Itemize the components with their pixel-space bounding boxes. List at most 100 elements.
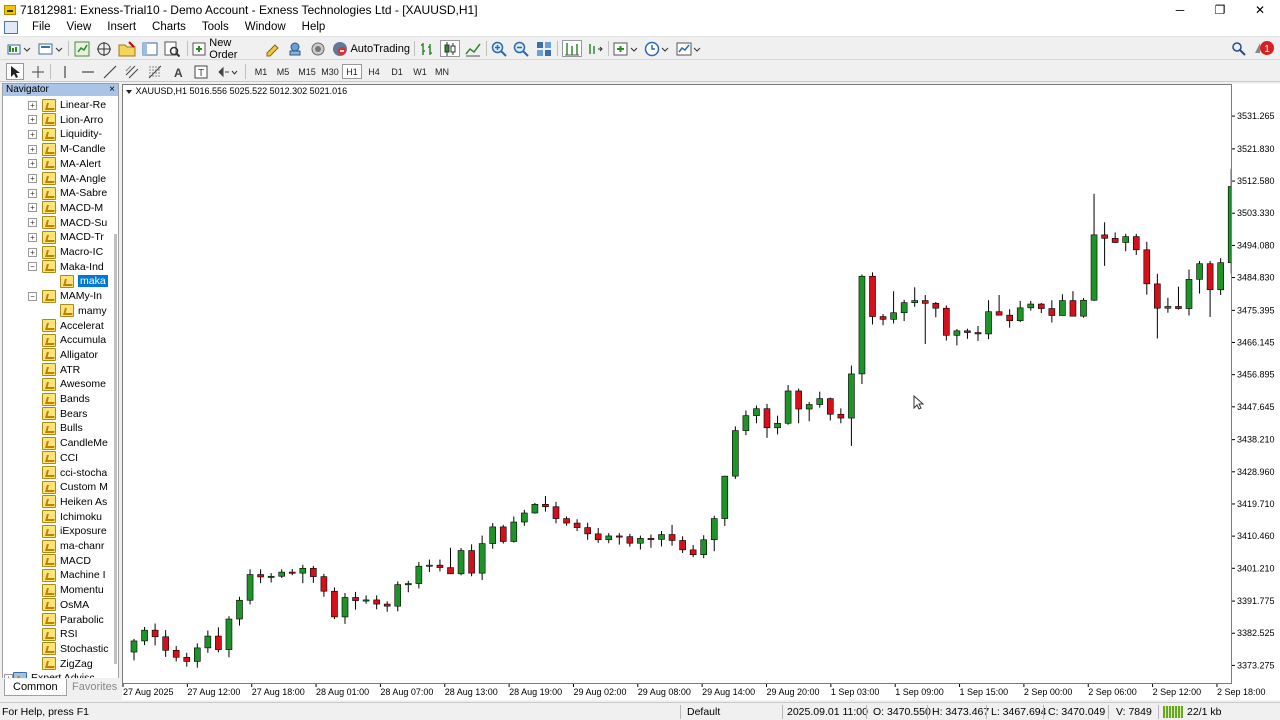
notifications-icon[interactable]: 1	[1253, 40, 1275, 57]
vertical-line-icon[interactable]	[56, 63, 74, 80]
navigator-item[interactable]: MACD	[42, 554, 91, 568]
navigator-item[interactable]: OsMA	[42, 598, 89, 612]
navigator-item[interactable]: Stochastic	[42, 642, 108, 656]
navigator-item[interactable]: Parabolic	[42, 613, 104, 627]
timeframe-d1[interactable]: D1	[387, 64, 407, 79]
menu-tools[interactable]: Tools	[194, 21, 237, 33]
navigator-item[interactable]: MACD-Su	[42, 216, 107, 230]
status-profile[interactable]: Default	[687, 706, 720, 718]
expand-icon[interactable]: +	[28, 159, 37, 169]
chart-info-toggle-icon[interactable]	[125, 88, 133, 96]
navigator-item[interactable]: Accelerat	[42, 319, 104, 333]
crosshair-icon[interactable]	[29, 63, 47, 80]
navigator-item[interactable]: M-Candle	[42, 142, 106, 156]
navigator-item[interactable]: Ichimoku	[42, 510, 102, 524]
navigator-item[interactable]: Bands	[42, 392, 90, 406]
timeframe-m1[interactable]: M1	[251, 64, 271, 79]
navigator-item[interactable]: Accumula	[42, 333, 106, 347]
navigator-item[interactable]: MAMy-In	[42, 289, 102, 303]
collapse-icon[interactable]: −	[28, 262, 37, 272]
restore-button[interactable]: ❐	[1200, 0, 1240, 20]
navigator-item[interactable]: Bears	[42, 407, 87, 421]
navigator-item[interactable]: cci-stocha	[42, 466, 107, 480]
timeframe-m15[interactable]: M15	[296, 64, 318, 79]
menu-view[interactable]: View	[59, 21, 100, 33]
navigator-item[interactable]: MACD-Tr	[42, 230, 104, 244]
navigator-scrollbar[interactable]	[114, 234, 117, 664]
tab-common[interactable]: Common	[4, 679, 67, 696]
timeframe-h4[interactable]: H4	[364, 64, 384, 79]
experts-icon[interactable]	[286, 40, 304, 57]
navigator-item[interactable]: RSI	[42, 627, 78, 641]
market-watch-icon[interactable]	[73, 40, 91, 57]
navigator-item[interactable]: Liquidity-	[42, 127, 102, 141]
candlestick-chart-icon[interactable]	[440, 40, 460, 57]
chart-window-icon[interactable]	[4, 20, 18, 34]
navigator-item[interactable]: Awesome	[42, 377, 106, 391]
close-window-button[interactable]: ✕	[1240, 0, 1280, 20]
bar-chart-icon[interactable]	[418, 40, 436, 57]
equidistant-channel-icon[interactable]	[123, 63, 141, 80]
timeframe-h1[interactable]: H1	[342, 64, 362, 79]
navigator-item[interactable]: Custom M	[42, 480, 108, 494]
navigator-item[interactable]: mamy	[60, 304, 107, 318]
horizontal-line-icon[interactable]	[79, 63, 97, 80]
navigator-item[interactable]: Linear-Re	[42, 98, 106, 112]
expand-icon[interactable]: +	[28, 129, 37, 139]
menu-window[interactable]: Window	[237, 21, 294, 33]
minimize-button[interactable]: ─	[1160, 0, 1200, 20]
tab-favorites[interactable]: Favorites	[64, 679, 125, 696]
text-label-icon[interactable]: T	[192, 63, 210, 80]
navigator-item[interactable]: MA-Sabre	[42, 186, 107, 200]
navigator-item[interactable]: iExposure	[42, 524, 107, 538]
collapse-icon[interactable]: −	[28, 291, 37, 301]
navigator-item[interactable]: maka	[60, 274, 108, 288]
new-chart-icon[interactable]	[6, 40, 32, 57]
navigator-item[interactable]: MACD-M	[42, 201, 103, 215]
price-chart[interactable]: XAUUSD,H1 5016.556 5025.522 5012.302 502…	[122, 84, 1232, 684]
fibonacci-icon[interactable]	[146, 63, 164, 80]
navigator-item[interactable]: Heiken As	[42, 495, 107, 509]
periods-icon[interactable]	[643, 40, 671, 57]
navigator-item[interactable]: CandleMe	[42, 436, 108, 450]
navigator-item[interactable]: Maka-Ind	[42, 260, 104, 274]
navigator-item[interactable]: MA-Angle	[42, 172, 106, 186]
zoom-out-icon[interactable]	[512, 40, 530, 57]
search-icon[interactable]	[1230, 40, 1248, 57]
navigator-item[interactable]: Macro-IC	[42, 245, 103, 259]
timeframe-mn[interactable]: MN	[432, 64, 452, 79]
navigator-item[interactable]: Lion-Arro	[42, 113, 103, 127]
candlestick-chart[interactable]	[123, 85, 1231, 683]
tile-windows-icon[interactable]	[535, 40, 553, 57]
navigator-item[interactable]: MA-Alert	[42, 157, 101, 171]
cursor-icon[interactable]	[6, 63, 24, 80]
expand-icon[interactable]: +	[28, 232, 37, 242]
profiles-icon[interactable]	[36, 40, 64, 57]
line-chart-icon[interactable]	[464, 40, 482, 57]
terminal-icon[interactable]	[141, 40, 159, 57]
timeframe-m5[interactable]: M5	[273, 64, 293, 79]
expand-icon[interactable]: +	[28, 203, 37, 213]
navigator-item[interactable]: Momentu	[42, 583, 104, 597]
data-window-icon[interactable]	[95, 40, 113, 57]
expand-icon[interactable]: +	[28, 144, 37, 154]
signals-icon[interactable]	[308, 40, 328, 57]
auto-scroll-icon[interactable]	[562, 40, 582, 57]
timeframe-m30[interactable]: M30	[319, 64, 341, 79]
expand-icon[interactable]: +	[28, 100, 37, 110]
menu-charts[interactable]: Charts	[144, 21, 194, 33]
new-order-button[interactable]: New Order	[192, 37, 260, 61]
menu-insert[interactable]: Insert	[99, 21, 144, 33]
metaeditor-icon[interactable]	[264, 40, 282, 57]
text-icon[interactable]: A	[170, 63, 186, 80]
chart-shift-icon[interactable]	[586, 40, 604, 57]
timeframe-w1[interactable]: W1	[410, 64, 430, 79]
autotrading-button[interactable]: AutoTrading	[332, 40, 410, 57]
zoom-in-icon[interactable]	[490, 40, 508, 57]
navigator-item[interactable]: CCI	[42, 451, 78, 465]
menu-file[interactable]: File	[24, 21, 59, 33]
menu-help[interactable]: Help	[294, 21, 334, 33]
arrows-icon[interactable]	[216, 63, 240, 80]
connection-bars-icon[interactable]	[1163, 706, 1183, 718]
navigator-icon[interactable]	[117, 40, 137, 57]
